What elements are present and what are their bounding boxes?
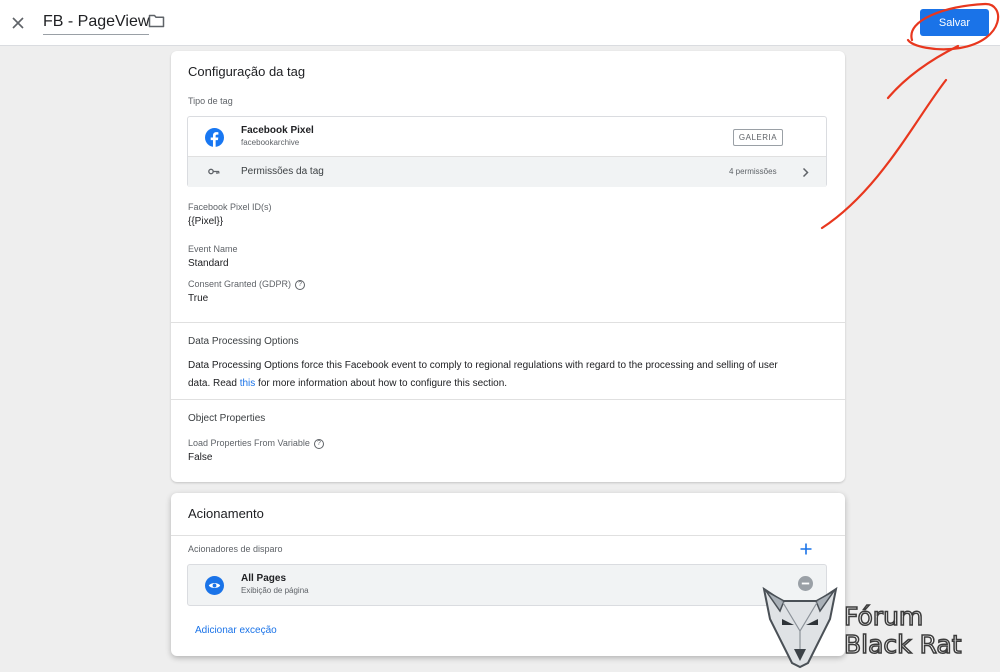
close-button[interactable] (7, 12, 29, 34)
tag-configuration-title: Configuração da tag (188, 64, 306, 79)
help-icon[interactable]: ? (313, 438, 324, 449)
dpo-description: Data Processing Options force this Faceb… (188, 357, 838, 393)
watermark-line2: Black Rat (843, 629, 962, 660)
tag-permissions-label: Permissões da tag (241, 166, 324, 177)
add-trigger-icon[interactable] (800, 543, 812, 555)
section-divider (171, 399, 845, 400)
pixel-id-value: {{Pixel}} (188, 216, 224, 227)
help-icon[interactable]: ? (295, 279, 306, 290)
tag-name-title[interactable]: FB - PageView (43, 13, 150, 35)
save-button[interactable]: Salvar (920, 9, 989, 36)
tag-type-vendor: facebookarchive (241, 138, 300, 147)
dpo-title: Data Processing Options (188, 336, 299, 347)
top-bar: FB - PageView Salvar (0, 0, 1000, 46)
tag-type-label: Tipo de tag (188, 96, 233, 106)
watermark-line1: Fórum (843, 601, 924, 632)
folder-icon (148, 14, 165, 28)
load-properties-value: False (188, 452, 213, 463)
chevron-right-icon (802, 167, 809, 178)
tag-type-box: Facebook Pixel facebookarchive GALERIA P… (187, 116, 827, 187)
load-properties-label: Load Properties From Variable (188, 438, 310, 448)
key-icon (208, 168, 220, 175)
object-properties-title: Object Properties (188, 413, 266, 424)
trigger-type: Exibição de página (241, 586, 309, 595)
consent-label-row: Consent Granted (GDPR)? (188, 279, 306, 290)
tag-type-name: Facebook Pixel (241, 125, 314, 136)
facebook-icon (205, 128, 224, 147)
rat-logo-icon (762, 586, 838, 669)
dpo-text-line2: data. Read this for more information abo… (188, 375, 838, 393)
section-divider (171, 322, 845, 323)
event-name-label: Event Name (188, 244, 238, 254)
close-icon (12, 17, 24, 29)
consent-value: True (188, 293, 209, 304)
dpo-info-link[interactable]: this (240, 378, 256, 389)
dpo-text-line1: Data Processing Options force this Faceb… (188, 360, 778, 371)
add-exception-link[interactable]: Adicionar exceção (195, 625, 277, 636)
gallery-badge[interactable]: GALERIA (733, 129, 783, 146)
dpo-text-post: for more information about how to config… (255, 378, 508, 389)
eye-icon (205, 576, 224, 595)
tag-permissions-row[interactable]: Permissões da tag 4 permissões (188, 156, 826, 187)
pixel-id-label: Facebook Pixel ID(s) (188, 202, 272, 212)
consent-label: Consent Granted (GDPR) (188, 279, 292, 289)
dpo-text-pre: data. Read (188, 378, 240, 389)
event-name-value: Standard (188, 258, 229, 269)
load-properties-label-row: Load Properties From Variable? (188, 438, 324, 449)
trigger-row[interactable]: All Pages Exibição de página (187, 564, 827, 606)
folder-button[interactable] (148, 14, 165, 33)
tag-type-row[interactable]: Facebook Pixel facebookarchive GALERIA (188, 117, 826, 156)
section-divider (171, 535, 845, 536)
tag-permissions-count: 4 permissões (729, 167, 777, 176)
triggers-label: Acionadores de disparo (188, 544, 283, 554)
tag-configuration-card: Configuração da tag Tipo de tag Facebook… (171, 51, 845, 482)
trigger-name: All Pages (241, 573, 287, 584)
triggering-title: Acionamento (188, 506, 264, 521)
triggering-card: Acionamento Acionadores de disparo All P… (171, 493, 845, 656)
